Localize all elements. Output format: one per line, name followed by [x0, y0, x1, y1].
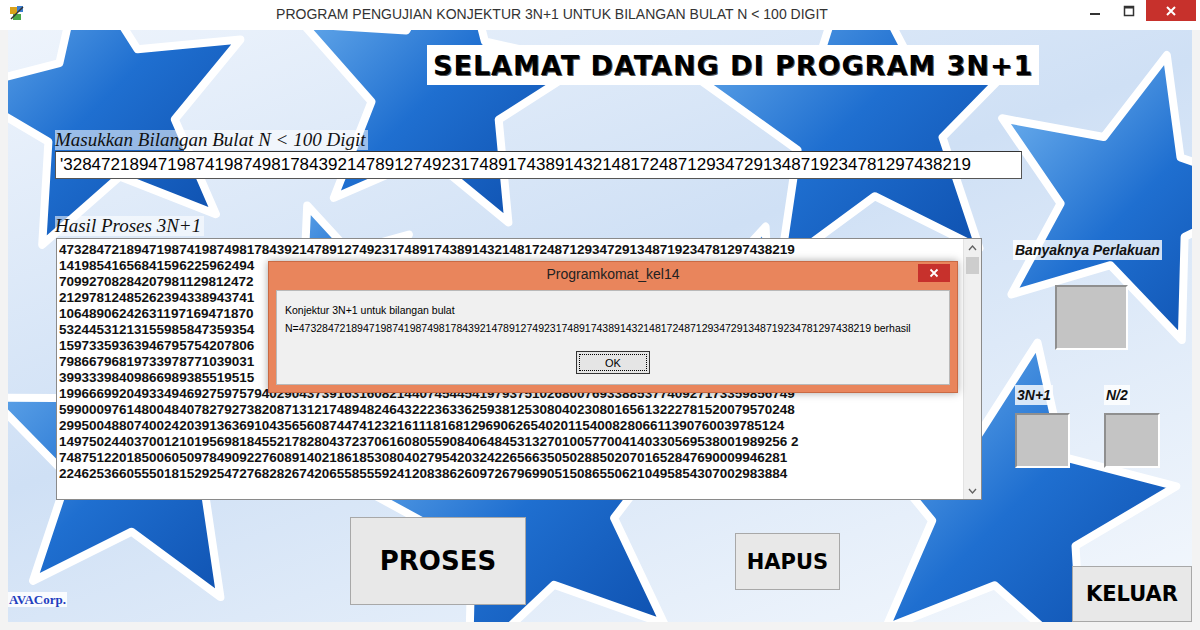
scroll-track[interactable]	[964, 256, 981, 482]
scroll-thumb[interactable]	[966, 257, 979, 274]
counter-panel: Banyaknya Perlakuan 3N+1 N/2	[1005, 238, 1170, 500]
even-steps-label: N/2	[1104, 385, 1130, 405]
window-controls	[1078, 0, 1196, 21]
dialog-title-bar: Programkomat_kel14	[276, 262, 950, 290]
brand-text: AVACorp.	[8, 592, 67, 607]
dialog-title: Programkomat_kel14	[308, 262, 918, 286]
exit-button[interactable]: KELUAR	[1072, 566, 1192, 622]
odd-steps-box	[1015, 413, 1070, 468]
result-line: 7487512201850060509784909227608914021861…	[59, 450, 963, 466]
dialog-message: Konjektur 3N+1 untuk bilangan bulat	[285, 301, 941, 319]
even-steps-box	[1104, 413, 1160, 468]
welcome-heading: SELAMAT DATANG DI PROGRAM 3N+1	[427, 45, 1039, 85]
total-steps-label: Banyaknya Perlakuan	[1013, 240, 1162, 260]
vertical-scrollbar[interactable]	[963, 239, 981, 499]
minimize-icon	[1089, 5, 1101, 17]
scroll-down-button[interactable]	[964, 482, 981, 499]
result-line: 2246253660555018152925472768282674206558…	[59, 466, 963, 482]
window-title: PROGRAM PENGUJIAN KONJEKTUR 3N+1 UNTUK B…	[26, 0, 1078, 28]
number-input[interactable]	[55, 151, 1022, 179]
counter-boxes	[1015, 413, 1170, 468]
message-dialog: Programkomat_kel14 Konjektur 3N+1 untuk b…	[268, 261, 958, 393]
up-arrow-icon	[968, 245, 977, 251]
ok-button[interactable]: OK	[576, 351, 650, 374]
title-bar: PROGRAM PENGUJIAN KONJEKTUR 3N+1 UNTUK B…	[0, 0, 1200, 30]
scroll-up-button[interactable]	[964, 239, 981, 256]
dialog-close-button[interactable]	[918, 264, 950, 282]
minimize-button[interactable]	[1078, 0, 1112, 21]
brand-label: AVACorp.	[8, 592, 88, 608]
result-line: 4732847218947198741987498178439214789127…	[59, 242, 963, 258]
result-line: 2995004880740024203913636910435656087447…	[59, 418, 963, 434]
result-line: 1497502440370012101956981845521782804372…	[59, 434, 963, 450]
total-steps-box	[1055, 285, 1128, 350]
counter-labels: 3N+1 N/2	[1015, 385, 1170, 405]
result-line: 5990009761480048407827927382087131217489…	[59, 402, 963, 418]
maximize-button[interactable]	[1112, 0, 1146, 21]
maximize-icon	[1123, 5, 1135, 17]
dialog-body: Konjektur 3N+1 untuk bilangan bulatN=473…	[276, 290, 950, 385]
close-button[interactable]	[1146, 0, 1196, 21]
clear-button[interactable]: HAPUS	[735, 533, 840, 590]
heading-row: SELAMAT DATANG DI PROGRAM 3N+1	[8, 45, 1192, 85]
process-button[interactable]: PROSES	[350, 517, 526, 605]
dialog-message: N=47328472189471987419874981784392147891…	[285, 319, 941, 337]
odd-steps-label: 3N+1	[1015, 385, 1053, 405]
close-icon	[929, 268, 939, 278]
result-label: Hasil Proses 3N+1	[55, 216, 204, 236]
button-row: AVACorp. PROSES HAPUS KELUAR	[8, 500, 1192, 622]
app-icon	[8, 4, 26, 22]
down-arrow-icon	[968, 488, 977, 494]
close-icon	[1165, 5, 1177, 17]
input-label: Masukkan Bilangan Bulat N < 100 Digit	[55, 130, 368, 150]
